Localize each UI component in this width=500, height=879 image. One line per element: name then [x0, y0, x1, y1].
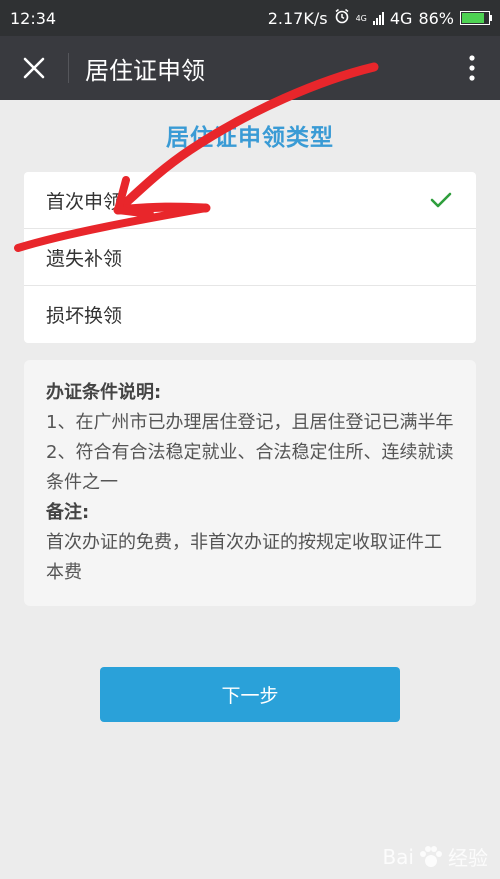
watermark-brand: Bai	[382, 844, 414, 869]
conditions-heading: 办证条件说明:	[46, 382, 162, 403]
alarm-icon	[334, 8, 350, 28]
signal-icon	[372, 11, 384, 25]
option-label: 损坏换领	[46, 305, 123, 327]
checkmark-icon	[430, 192, 452, 208]
status-bar: 12:34 2.17K/s 4G 4G 86%	[0, 0, 500, 36]
baidu-watermark: Bai 经验	[382, 842, 488, 871]
close-icon	[23, 57, 45, 79]
battery-icon	[460, 11, 492, 25]
network-small-label: 4G	[355, 13, 367, 23]
next-step-button[interactable]: 下一步	[100, 667, 400, 722]
nav-bar: 居住证申领	[0, 36, 500, 100]
condition-line: 1、在广州市已办理居住登记，且居住登记已满半年	[46, 412, 454, 433]
close-button[interactable]	[0, 36, 68, 100]
option-label: 首次申领	[46, 190, 123, 213]
option-lost-reissue[interactable]: 遗失补领	[24, 229, 476, 286]
option-label: 遗失补领	[46, 247, 123, 270]
apply-type-list: 首次申领 遗失补领 损坏换领	[24, 172, 476, 343]
watermark-brand-suffix: 经验	[448, 846, 488, 870]
battery-percent: 86%	[418, 8, 454, 28]
status-time: 12:34	[10, 8, 57, 28]
more-vertical-icon	[469, 55, 475, 81]
section-title: 居住证申领类型	[166, 125, 334, 151]
paw-logo-icon	[420, 845, 442, 867]
conditions-info: 办证条件说明: 1、在广州市已办理居住登记，且居住登记已满半年 2、符合有合法稳…	[24, 360, 476, 606]
note-text: 首次办证的免费，非首次办证的按规定收取证件工本费	[46, 532, 442, 583]
network-label: 4G	[389, 8, 413, 28]
option-first-apply[interactable]: 首次申领	[24, 172, 476, 229]
page-title: 居住证申领	[85, 56, 205, 85]
more-button[interactable]	[444, 36, 500, 100]
note-heading: 备注:	[46, 502, 90, 523]
status-right: 2.17K/s 4G 4G 86%	[268, 8, 492, 28]
net-speed: 2.17K/s	[267, 8, 328, 28]
option-damage-replace[interactable]: 损坏换领	[24, 286, 476, 343]
condition-line: 2、符合有合法稳定就业、合法稳定住所、连续就读条件之一	[46, 442, 454, 493]
